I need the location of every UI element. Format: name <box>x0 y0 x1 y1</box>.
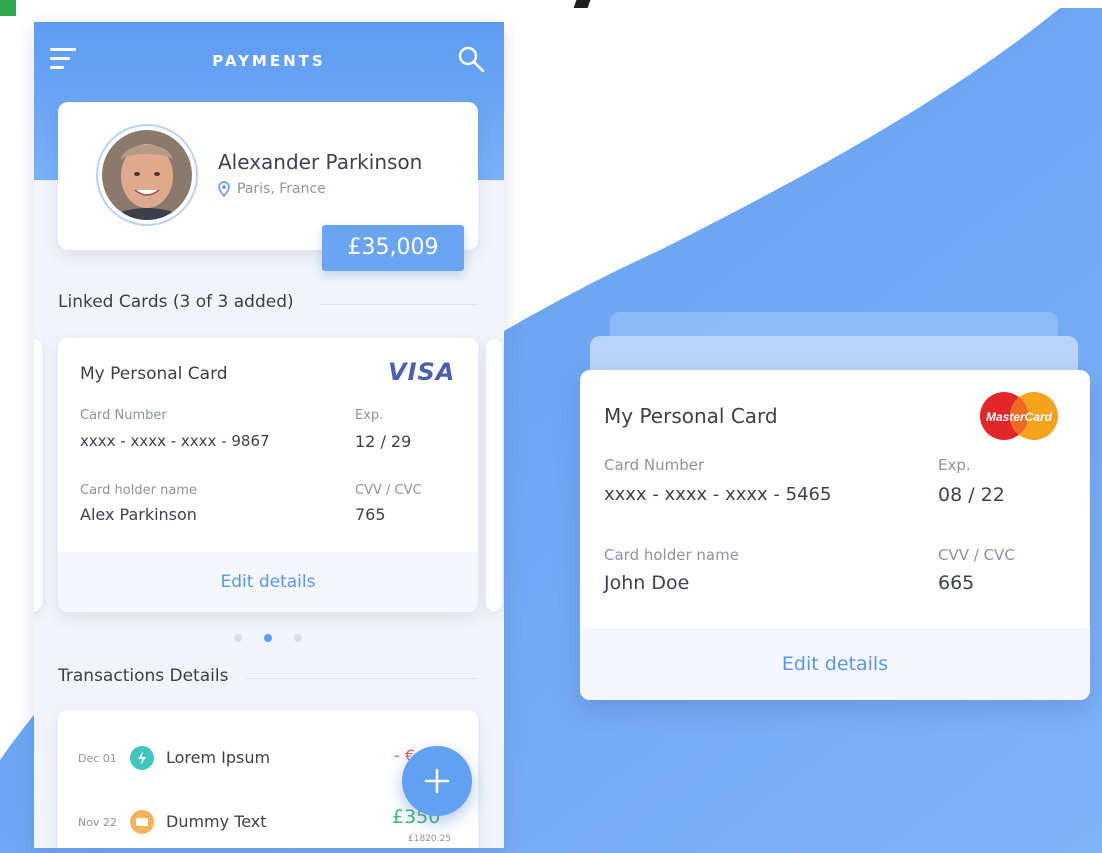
balance-badge[interactable]: £35,009 <box>322 225 464 271</box>
cvv-value: 665 <box>938 572 975 594</box>
next-card-peek[interactable] <box>486 339 502 611</box>
previous-card-peek[interactable] <box>34 339 42 611</box>
holder-name: John Doe <box>604 572 690 594</box>
exp-label: Exp. <box>938 456 971 474</box>
transaction-label[interactable]: Dummy Text <box>166 812 267 831</box>
transaction-subtotal: £1820.25 <box>408 834 451 844</box>
green-corner-mark <box>0 0 16 16</box>
card-number: xxxx - xxxx - xxxx - 9867 <box>80 432 270 450</box>
card-number-label: Card Number <box>604 456 705 474</box>
exp-label: Exp. <box>355 408 384 423</box>
location-pin-icon <box>218 181 230 197</box>
card-number-label: Card Number <box>80 408 167 423</box>
card-icon <box>130 810 154 834</box>
pager-dot-active[interactable] <box>264 634 272 642</box>
holder-name: Alex Parkinson <box>80 505 197 524</box>
exp-value: 12 / 29 <box>355 432 412 451</box>
transaction-date: Nov 22 <box>78 816 117 829</box>
featured-card[interactable]: My Personal Card MasterCard Card Number … <box>580 370 1090 700</box>
section-divider <box>246 678 478 679</box>
card-number: xxxx - xxxx - xxxx - 5465 <box>604 484 832 505</box>
pager-dot[interactable] <box>234 634 242 642</box>
avatar-photo <box>102 130 192 220</box>
exp-value: 08 / 22 <box>938 484 1005 506</box>
transaction-date: Dec 01 <box>78 752 117 765</box>
avatar[interactable] <box>96 124 198 226</box>
cvv-label: CVV / CVC <box>355 483 422 498</box>
search-icon[interactable] <box>456 44 486 74</box>
add-button[interactable] <box>402 746 472 816</box>
pager-dot[interactable] <box>294 634 302 642</box>
linked-card[interactable]: My Personal Card VISA Card Number xxxx -… <box>58 338 478 612</box>
mastercard-text: MasterCard <box>986 410 1053 424</box>
profile-name: Alexander Parkinson <box>218 150 423 174</box>
section-divider <box>320 304 478 305</box>
holder-label: Card holder name <box>80 483 197 498</box>
visa-logo: VISA <box>388 358 456 386</box>
plus-icon <box>424 768 450 794</box>
transactions-title: Transactions Details <box>58 666 229 686</box>
card-title: My Personal Card <box>80 364 228 384</box>
edit-details-link[interactable]: Edit details <box>58 552 478 612</box>
edit-details-link[interactable]: Edit details <box>580 628 1090 700</box>
cvv-label: CVV / CVC <box>938 546 1015 564</box>
linked-cards-title: Linked Cards (3 of 3 added) <box>58 292 294 312</box>
card-title: My Personal Card <box>604 404 778 428</box>
holder-label: Card holder name <box>604 546 739 564</box>
dark-top-mark <box>573 0 591 8</box>
lightning-icon <box>130 746 154 770</box>
stage: PAYMENTS Alexander Parkinson Paris, Fran… <box>0 0 1102 853</box>
page-title: PAYMENTS <box>212 52 326 70</box>
transaction-label[interactable]: Lorem Ipsum <box>166 748 270 767</box>
cvv-value: 765 <box>355 505 386 524</box>
mastercard-logo-icon: MasterCard <box>980 392 1058 440</box>
phone-screen: PAYMENTS Alexander Parkinson Paris, Fran… <box>34 22 504 848</box>
profile-location: Paris, France <box>237 181 326 197</box>
